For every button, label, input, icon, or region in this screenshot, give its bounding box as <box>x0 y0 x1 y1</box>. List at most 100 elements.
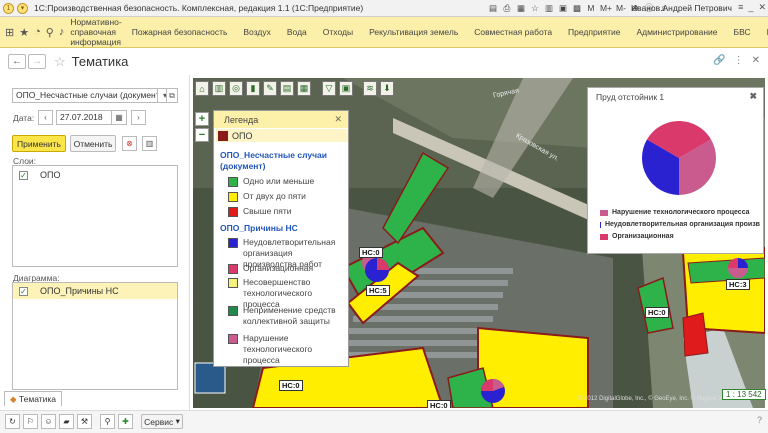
object-label[interactable]: НС:3 <box>726 279 750 290</box>
pin-icon[interactable]: ⚐ <box>23 414 38 429</box>
object-label[interactable]: НС:0 <box>279 380 303 391</box>
help-icon[interactable]: ? <box>757 415 762 425</box>
search-icon[interactable]: ⚲ <box>46 24 54 41</box>
table-icon[interactable]: ▤ <box>280 81 294 96</box>
app-menu-icon[interactable]: 1 <box>3 2 14 14</box>
print-icon[interactable]: ⎙ <box>502 3 512 14</box>
section-waste[interactable]: Отходы <box>315 27 361 37</box>
layer-checkbox[interactable]: ✓ <box>19 170 28 180</box>
more-icon[interactable]: ⋮ <box>734 55 744 66</box>
add-icon[interactable]: ✚ <box>118 414 133 429</box>
dropdown-icon[interactable]: ▾ <box>17 2 28 14</box>
settings-icon[interactable]: ≡ <box>738 2 743 13</box>
legend-layer-name: ОПО <box>232 130 253 141</box>
section-land[interactable]: Рекультивация земель <box>361 27 466 37</box>
section-admin[interactable]: Администрирование <box>628 27 725 37</box>
service-button[interactable]: Сервис ▾ <box>141 414 183 429</box>
star-icon[interactable]: ☆ <box>530 3 540 14</box>
home-icon[interactable]: ⌂ <box>195 81 209 96</box>
select-icon[interactable]: ▣ <box>339 81 353 96</box>
date-field[interactable]: 27.07.2018 <box>56 110 112 125</box>
truck-icon[interactable]: ▰ <box>59 414 74 429</box>
form-controls: 🔗 ⋮ ✕ <box>713 55 760 66</box>
zoom-in-button[interactable]: + <box>195 112 209 126</box>
memory-m-plus[interactable]: M+ <box>600 3 612 13</box>
tab-label: Тематика <box>18 394 57 404</box>
favorite-star-icon[interactable]: ☆ <box>54 54 66 70</box>
section-air[interactable]: Воздух <box>235 27 278 37</box>
object-label[interactable]: НС:0 <box>645 307 669 318</box>
layers-icon[interactable]: ▥ <box>212 81 226 96</box>
calendar-icon[interactable]: ▦ <box>112 110 127 125</box>
form-close-icon[interactable]: ✕ <box>752 55 760 66</box>
date-prev-button[interactable]: ‹ <box>38 110 53 125</box>
history-icon[interactable]: ▥ <box>544 3 554 14</box>
calendar-icon[interactable]: ▩ <box>572 3 582 14</box>
back-button[interactable]: ← <box>8 54 26 69</box>
chart-legend-label: Нарушение технологического процесса <box>612 209 750 216</box>
save-icon[interactable]: ▤ <box>488 3 498 14</box>
page-title: Тематика <box>71 54 129 69</box>
cancel-button[interactable]: Отменить <box>70 135 116 152</box>
memory-m[interactable]: M <box>586 3 596 13</box>
find-icon[interactable]: ⚲ <box>100 414 115 429</box>
preview-icon[interactable]: ▦ <box>516 3 526 14</box>
ruler-icon[interactable]: ▮ <box>246 81 260 96</box>
section-fire[interactable]: Пожарная безопасность <box>124 27 236 37</box>
legend-swatch <box>228 334 238 344</box>
favorites-star-icon[interactable]: ★ <box>19 24 29 41</box>
object-label[interactable]: НС:5 <box>366 285 390 296</box>
zoom-out-button[interactable]: − <box>195 128 209 142</box>
legend-item: Неприменение средств коллективной защиты <box>228 305 346 327</box>
person-icon[interactable]: ☺ <box>41 414 56 429</box>
legend-label: От двух до пяти <box>243 191 306 201</box>
calculator-icon[interactable]: ▣ <box>558 3 568 14</box>
date-label: Дата: <box>13 113 35 123</box>
date-next-button[interactable]: › <box>131 110 146 125</box>
section-bvs[interactable]: БВС <box>726 27 759 37</box>
tab-tematika[interactable]: ◆ Тематика <box>4 391 63 406</box>
export-icon[interactable]: ▥ <box>142 136 157 151</box>
list-item[interactable]: ✓ ОПО <box>13 166 177 184</box>
popup-title: Пруд отстойник 1 <box>596 92 665 102</box>
minimize-icon[interactable]: _ <box>748 2 753 13</box>
chart-icon[interactable]: ▦ <box>297 81 311 96</box>
section-nsi[interactable]: Нормативно-справочная информация <box>64 17 123 47</box>
user-name[interactable]: Иванов Андрей Петрович <box>631 3 732 13</box>
close-icon[interactable]: ✕ <box>758 2 766 13</box>
filter-icon[interactable]: ▽ <box>322 81 336 96</box>
legend-item: Нарушение технологического процесса <box>228 333 348 366</box>
object-label[interactable]: НС:0 <box>427 400 451 408</box>
map-copyright: © 2012 DigitalGlobe, Inc., © GeoEye, Inc… <box>578 396 742 402</box>
legend-group-title: ОПО_Несчастные случаи (документ) <box>220 150 327 171</box>
sections-panel: ⊞ ★ ◔ ⚲ ♪ Нормативно-справочная информац… <box>0 17 768 48</box>
download-icon[interactable]: ⬇ <box>380 81 394 96</box>
list-item[interactable]: ✓ ОПО_Причины НС <box>13 283 177 299</box>
link-icon[interactable]: 🔗 <box>713 55 725 66</box>
legend-layer-row[interactable]: ОПО <box>216 129 348 142</box>
legend-swatch <box>228 278 238 288</box>
clear-icon[interactable]: ⊗ <box>122 136 137 151</box>
section-enterprise[interactable]: Предприятие <box>560 27 628 37</box>
refresh-icon[interactable]: ↻ <box>5 414 20 429</box>
filter-panel: ОПО_Несчастные случаи (документ) ▾ ⧉ Дат… <box>0 75 190 410</box>
memory-m-minus[interactable]: M- <box>616 3 626 13</box>
object-label[interactable]: НС:0 <box>359 247 383 258</box>
history-clock-icon[interactable]: ◔ <box>34 24 41 41</box>
menu-grid-icon[interactable]: ⊞ <box>5 24 14 41</box>
globe-icon[interactable]: ◎ <box>229 81 243 96</box>
section-water[interactable]: Вода <box>279 27 315 37</box>
diagram-checkbox[interactable]: ✓ <box>19 286 28 296</box>
routing-icon[interactable]: ≋ <box>363 81 377 96</box>
open-link-icon[interactable]: ⧉ <box>166 88 178 103</box>
document-select[interactable]: ОПО_Несчастные случаи (документ) <box>12 88 158 103</box>
section-geos[interactable]: ГеоС <box>759 27 768 37</box>
tools-icon[interactable]: ⚒ <box>77 414 92 429</box>
layer-name: ОПО <box>40 170 61 180</box>
close-icon[interactable]: ✕ <box>334 114 342 125</box>
forward-button[interactable]: → <box>28 54 46 69</box>
edit-icon[interactable]: ✎ <box>263 81 277 96</box>
section-collab[interactable]: Совместная работа <box>466 27 560 37</box>
apply-button[interactable]: Применить <box>12 135 66 152</box>
close-icon[interactable]: ✖ <box>749 91 757 102</box>
